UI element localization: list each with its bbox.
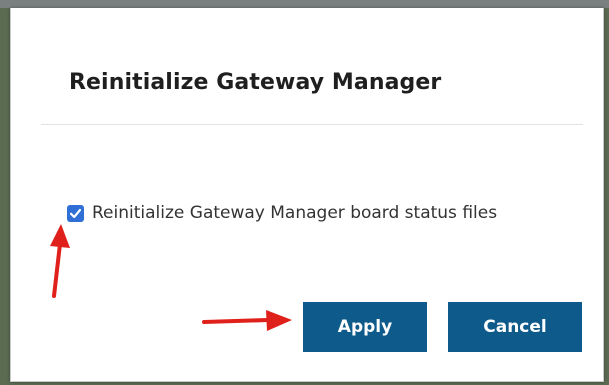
annotation-arrow-checkbox (50, 224, 70, 298)
window-frame (0, 0, 609, 8)
reinitialize-checkbox[interactable] (67, 204, 84, 222)
checkmark-icon (69, 208, 82, 218)
apply-button[interactable]: Apply (303, 302, 427, 352)
title-divider (41, 124, 583, 125)
annotation-arrow-apply (202, 310, 292, 331)
reinitialize-dialog: Reinitialize Gateway Manager Reinitializ… (10, 8, 604, 382)
dialog-title: Reinitialize Gateway Manager (69, 70, 442, 95)
reinitialize-option-label: Reinitialize Gateway Manager board statu… (92, 203, 498, 223)
reinitialize-option[interactable]: Reinitialize Gateway Manager board statu… (67, 201, 497, 225)
cancel-button[interactable]: Cancel (448, 302, 582, 352)
